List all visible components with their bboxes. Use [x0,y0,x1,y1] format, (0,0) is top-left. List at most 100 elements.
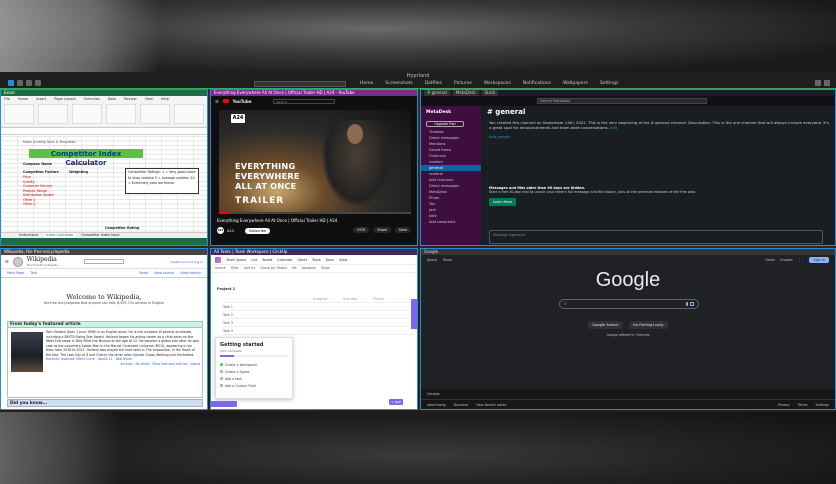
tab-data[interactable]: Data [108,97,116,101]
message-composer[interactable]: Message #general [489,230,823,244]
apps-grid-icon[interactable]: ⋮⋮ [798,258,805,262]
filter-item[interactable]: Assignee [302,266,316,271]
tray-icon[interactable] [824,80,830,86]
panel-item[interactable]: Home [360,81,373,86]
menu-icon[interactable]: ☰ [5,259,9,264]
add-task-button[interactable]: + Task [389,399,403,405]
account-links[interactable]: Create account Log in [170,260,203,264]
task-row[interactable]: Task 3 [223,321,413,327]
factor-row[interactable]: Distribution Speed [23,193,54,197]
panel-item[interactable]: Dotfiles [425,81,442,86]
video-player[interactable]: A24 EVERYTHING EVERYWHERE ALL AT ONCE TR… [219,110,411,212]
panel-item[interactable]: Settings [600,81,618,86]
workspace-switcher[interactable] [8,80,41,86]
view-tab[interactable]: Board [262,258,272,262]
factor-row[interactable]: Price [23,175,31,179]
language-offer[interactable]: Google offered in: Français [421,333,835,337]
factor-row[interactable]: Other 2 [23,202,36,206]
tab-file[interactable]: File [4,97,10,101]
task-name[interactable]: Task 3 [223,321,233,325]
number-group[interactable] [106,104,136,124]
factor-row[interactable]: Product Range [23,189,47,193]
filter-item[interactable]: Group by: Status [260,266,287,271]
tab-view-history[interactable]: View history [180,271,201,275]
menu-icon[interactable]: ☰ [215,99,219,104]
footer-link[interactable]: How Search works [476,403,506,407]
tab-read[interactable]: Read [139,271,148,275]
lens-icon[interactable] [690,302,694,306]
add-people-link[interactable]: Add people [483,132,835,141]
tab-insert[interactable]: Insert [36,97,46,101]
sidebar-item[interactable]: Add coworkers [421,219,481,225]
cells-group[interactable] [174,104,204,124]
checklist-item[interactable]: Add a task [220,375,288,382]
side-panel-tab[interactable] [411,299,417,329]
featured-image[interactable] [11,332,43,372]
tray-icon[interactable] [815,80,821,86]
clipboard-group[interactable] [4,104,34,124]
task-name[interactable]: Task 1 [223,305,233,309]
tab-help[interactable]: Help [161,97,169,101]
workspace-4[interactable] [35,80,41,86]
edit-link[interactable]: Edit [610,125,617,130]
upgrade-button[interactable]: Upgrade Plan [426,121,464,127]
view-tab[interactable]: Docs [326,258,334,262]
clickup-logo-icon[interactable] [215,256,221,263]
footer-link[interactable]: Business [454,403,469,407]
panel-item[interactable]: Wallpapers [563,81,588,86]
footer-link[interactable]: Terms [798,403,808,407]
tab-formulas[interactable]: Formulas [84,97,100,101]
learn-more-button[interactable]: Learn More [489,198,516,206]
factor-row[interactable]: Quality [23,180,35,184]
tab-view[interactable]: View [145,97,153,101]
filter-item[interactable]: Show [321,266,330,271]
panel-item[interactable]: Notifications [523,81,551,86]
about-link[interactable]: About [427,258,437,262]
like-button[interactable]: 197K [352,227,370,233]
gmail-link[interactable]: Gmail [765,258,775,262]
view-tab[interactable]: Calendar [277,258,292,262]
factor-row[interactable]: Customer Service [23,184,52,188]
factor-row[interactable]: Other 1 [23,198,36,202]
search-input[interactable] [84,259,125,264]
view-tab[interactable]: View [339,258,347,262]
styles-group[interactable] [140,104,170,124]
workspace-name[interactable]: MetaDesk [421,106,481,119]
youtube-logo-icon[interactable] [222,99,229,103]
feeling-lucky-button[interactable]: I'm Feeling Lucky [628,321,668,329]
store-link[interactable]: Store [443,258,452,262]
bottom-toolbar[interactable] [211,401,237,407]
project-title[interactable]: Project 1 [217,287,235,291]
search-input[interactable]: ⌕ [559,299,699,309]
tab-main-page[interactable]: Main Page [7,271,24,275]
task-row[interactable]: Task 2 [223,313,413,319]
task-row[interactable]: Task 4 [223,329,413,335]
subscribe-button[interactable]: Subscribe [244,227,271,234]
formula-bar[interactable] [1,128,207,135]
view-tab[interactable]: Table [312,258,321,262]
workspace-3[interactable] [26,80,32,86]
task-name[interactable]: Task 4 [223,329,233,333]
filter-item[interactable]: Sort by [244,266,255,271]
images-link[interactable]: Images [780,258,792,262]
youtube-brand[interactable]: YouTube [233,99,252,104]
task-name[interactable]: Task 2 [223,313,233,317]
tab-view-source[interactable]: View source [154,271,174,275]
alignment-group[interactable] [72,104,102,124]
checklist-item[interactable]: Add a Custom Field [220,382,288,389]
task-row[interactable]: Task 1 [223,305,413,311]
workspace-name[interactable]: Team Space [226,258,246,262]
progress-bar[interactable] [219,212,411,214]
font-group[interactable] [38,104,68,124]
footer-link[interactable]: Settings [815,403,829,407]
checklist-item[interactable]: Create a Workspace [220,361,288,368]
archive-links[interactable]: Archive · By email · More featured artic… [46,362,200,367]
panel-item[interactable]: Pictures [454,81,472,86]
wikipedia-globe-icon[interactable] [12,256,23,267]
panel-item[interactable]: Screenshots [385,81,413,86]
channel-name[interactable]: A24 [227,229,234,233]
footer-link[interactable]: Privacy [778,403,790,407]
view-tab[interactable]: List [251,258,257,262]
wiki-wordmark[interactable]: Wikipedia The Free Encyclopedia [27,256,58,267]
tab-review[interactable]: Review [124,97,137,101]
